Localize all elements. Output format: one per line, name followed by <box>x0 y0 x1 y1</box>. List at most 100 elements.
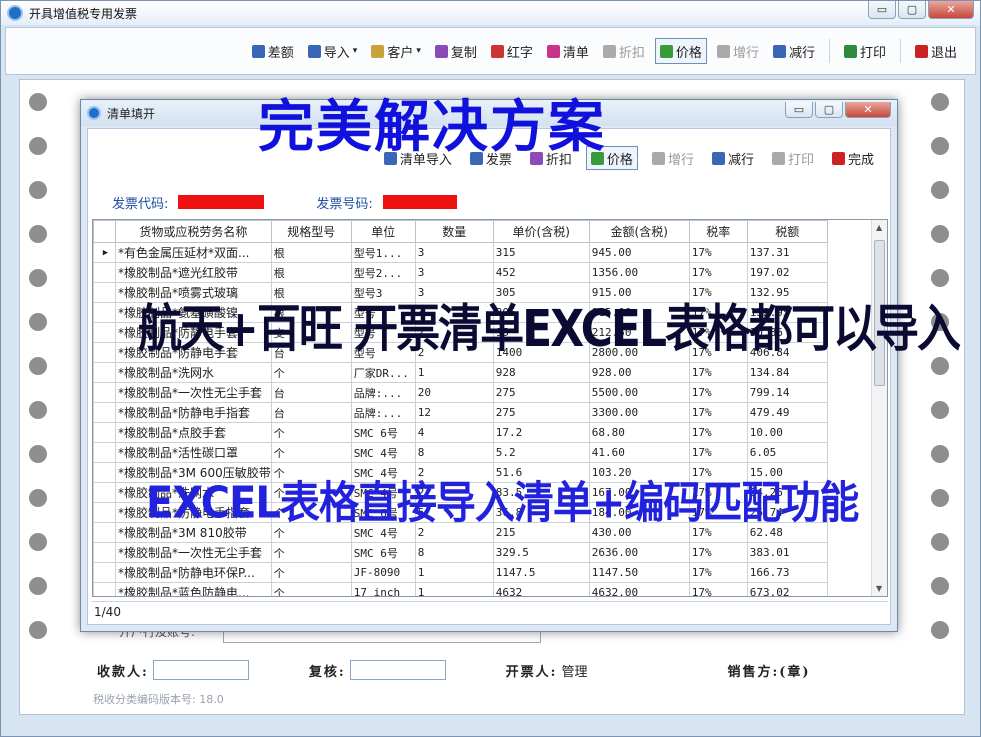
toolbar-button-price[interactable]: 价格 <box>654 38 707 64</box>
table-cell[interactable]: 3 <box>414 242 494 263</box>
table-row[interactable]: *橡胶制品*蓝色防静电... 个 17 inch 1 4632 4632.00 17% 673… <box>93 582 828 596</box>
table-row[interactable]: *橡胶制品*洗网水个厂家DR... 1 928 928.00 17% 134.84 <box>93 362 828 383</box>
table-cell[interactable]: 台 <box>270 402 352 423</box>
table-row[interactable]: *橡胶制品*遮光红胶带根型号2... 3 452 1356.00 17% 197.02 <box>93 262 828 283</box>
dialog-button-print[interactable]: 打印 <box>768 146 818 170</box>
table-cell[interactable]: *橡胶制品*洗网水 <box>115 362 272 383</box>
table-cell[interactable]: 197.02 <box>746 262 828 283</box>
table-cell[interactable]: 2636.00 <box>588 542 690 563</box>
table-cell[interactable]: 12 <box>414 402 494 423</box>
table-cell[interactable]: 41.60 <box>588 442 690 463</box>
table-cell[interactable]: 1 <box>414 582 494 596</box>
table-cell[interactable]: 6.05 <box>746 442 828 463</box>
table-cell[interactable]: 5.2 <box>492 442 590 463</box>
column-header[interactable]: 金额(含税) <box>588 220 690 243</box>
table-cell[interactable]: 3 <box>414 262 494 283</box>
column-header[interactable]: 数量 <box>414 220 494 243</box>
column-header[interactable]: 税率 <box>688 220 748 243</box>
table-cell[interactable]: 673.02 <box>746 582 828 596</box>
table-cell[interactable]: 1147.5 <box>492 562 590 583</box>
table-cell[interactable]: 945.00 <box>588 242 690 263</box>
table-cell[interactable]: 5500.00 <box>588 382 690 403</box>
dialog-maximize-button[interactable]: ▢ <box>815 102 843 118</box>
column-header[interactable]: 税额 <box>746 220 828 243</box>
scroll-up-icon[interactable]: ▲ <box>876 223 882 232</box>
table-cell[interactable]: 个 <box>270 542 352 563</box>
payee-input[interactable] <box>152 660 249 680</box>
toolbar-button-power[interactable]: 退出 <box>911 38 961 64</box>
table-cell[interactable]: SMC 4号 <box>350 442 416 463</box>
table-cell[interactable]: *有色金属压延材*双面... <box>115 242 272 263</box>
table-cell[interactable]: 137.31 <box>746 242 828 263</box>
toolbar-button-list[interactable]: 清单 <box>543 38 593 64</box>
table-cell[interactable]: 799.14 <box>746 382 828 403</box>
table-cell[interactable]: 1147.50 <box>588 562 690 583</box>
table-cell[interactable]: 4632.00 <box>588 582 690 596</box>
table-cell[interactable]: 10.00 <box>746 422 828 443</box>
column-header[interactable]: 规格型号 <box>270 220 352 243</box>
minimize-button[interactable]: ▭ <box>868 1 896 19</box>
table-cell[interactable]: 个 <box>270 442 352 463</box>
dialog-button-add-row[interactable]: 增行 <box>648 146 698 170</box>
table-cell[interactable]: 166.73 <box>746 562 828 583</box>
vertical-scrollbar[interactable]: ▲ ▼ <box>871 220 887 596</box>
table-cell[interactable]: 4 <box>414 422 494 443</box>
table-cell[interactable]: 452 <box>492 262 590 283</box>
column-header[interactable]: 单价(含税) <box>492 220 590 243</box>
table-row[interactable]: *橡胶制品*防静电环保P... 个 JF-8090 1 1147.5 1147.50 17%… <box>93 562 828 583</box>
table-cell[interactable]: 17% <box>688 262 748 283</box>
table-cell[interactable]: 17% <box>688 422 748 443</box>
table-cell[interactable]: 20 <box>414 382 494 403</box>
table-cell[interactable]: 275 <box>492 382 590 403</box>
table-cell[interactable]: 17% <box>688 382 748 403</box>
table-cell[interactable]: 根 <box>270 262 352 283</box>
table-cell[interactable]: 型号1... <box>350 242 416 263</box>
table-cell[interactable]: 275 <box>492 402 590 423</box>
table-cell[interactable]: *橡胶制品*点胶手套 <box>115 422 272 443</box>
table-cell[interactable]: 品牌:... <box>350 382 416 403</box>
table-row[interactable]: ▶ *有色金属压延材*双面... 根型号1... 3 315 945.00 17% 137.3… <box>93 242 828 263</box>
toolbar-button-copy[interactable]: 复制 <box>431 38 481 64</box>
toolbar-button-add-row[interactable]: 增行 <box>713 38 763 64</box>
table-cell[interactable]: 329.5 <box>492 542 590 563</box>
toolbar-button-import[interactable]: 导入 ▾ <box>304 38 362 64</box>
table-cell[interactable]: 17% <box>688 562 748 583</box>
table-row[interactable]: *橡胶制品*防静电手指套台品牌:... 12 275 3300.00 17% 479.49 <box>93 402 828 423</box>
column-header[interactable]: 货物或应税劳务名称 <box>115 220 272 243</box>
table-cell[interactable]: 8 <box>414 442 494 463</box>
reviewer-input[interactable] <box>349 660 446 680</box>
table-cell[interactable]: 厂家DR... <box>350 362 416 383</box>
table-cell[interactable]: *橡胶制品*遮光红胶带 <box>115 262 272 283</box>
table-cell[interactable]: 17% <box>688 362 748 383</box>
table-cell[interactable]: 17% <box>688 542 748 563</box>
table-cell[interactable]: *橡胶制品*活性碳口罩 <box>115 442 272 463</box>
column-header[interactable]: 单位 <box>350 220 416 243</box>
table-cell[interactable]: 型号2... <box>350 262 416 283</box>
table-cell[interactable]: 17% <box>688 582 748 596</box>
toolbar-button-discount[interactable]: 折扣 <box>599 38 649 64</box>
table-cell[interactable]: *橡胶制品*防静电手指套 <box>115 402 272 423</box>
scroll-down-icon[interactable]: ▼ <box>876 584 882 593</box>
table-cell[interactable]: 383.01 <box>746 542 828 563</box>
table-cell[interactable]: 928.00 <box>588 362 690 383</box>
table-cell[interactable]: 134.84 <box>746 362 828 383</box>
toolbar-button-remove-row[interactable]: 减行 <box>769 38 819 64</box>
table-cell[interactable]: 315 <box>492 242 590 263</box>
table-cell[interactable]: 个 <box>270 362 352 383</box>
table-cell[interactable]: 479.49 <box>746 402 828 423</box>
table-row[interactable]: *橡胶制品*活性碳口罩个 SMC 4号 8 5.2 41.60 17% 6.05 <box>93 442 828 463</box>
dialog-button-power[interactable]: 完成 <box>828 146 878 170</box>
toolbar-button-calculator[interactable]: 差额 <box>248 38 298 64</box>
maximize-button[interactable]: ▢ <box>898 1 926 19</box>
table-cell[interactable]: 个 <box>270 582 352 596</box>
toolbar-button-red-invoice[interactable]: 红字 <box>487 38 537 64</box>
table-cell[interactable]: 品牌:... <box>350 402 416 423</box>
table-cell[interactable]: 8 <box>414 542 494 563</box>
table-row[interactable]: *橡胶制品*一次性无尘手套个 SMC 6号 8 329.5 2636.00 17% 383.… <box>93 542 828 563</box>
table-cell[interactable]: 17.2 <box>492 422 590 443</box>
table-cell[interactable]: *橡胶制品*一次性无尘手套 <box>115 382 272 403</box>
table-row[interactable]: *橡胶制品*一次性无尘手套台品牌:... 20 275 5500.00 17% 799.1… <box>93 382 828 403</box>
table-cell[interactable]: 1 <box>414 562 494 583</box>
table-cell[interactable]: 4632 <box>492 582 590 596</box>
table-cell[interactable]: 17 inch <box>350 582 416 596</box>
